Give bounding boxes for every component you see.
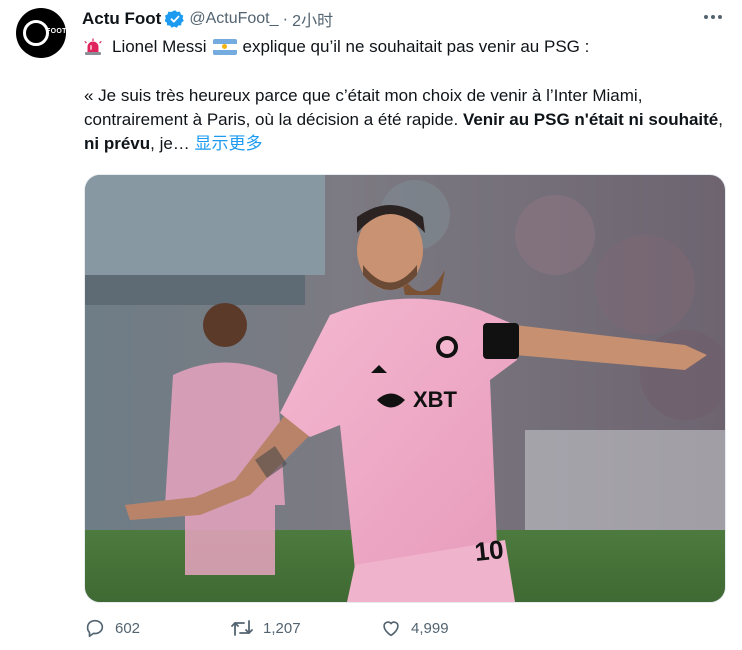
author-name[interactable]: Actu Foot (82, 9, 161, 29)
tweet-quote-text: « Je suis très heureux parce que c’était… (84, 84, 724, 156)
reply-icon (84, 617, 106, 639)
argentina-flag-icon (212, 39, 237, 55)
more-options-icon[interactable] (704, 10, 722, 24)
separator-dot: · (282, 9, 289, 28)
retweet-count: 1,207 (263, 619, 301, 637)
tweet-media-image[interactable]: XBT 10 (84, 174, 726, 603)
quote-segment-3: , je… (150, 134, 195, 153)
quote-segment-2: , (718, 110, 723, 129)
tweet-text-line1: Lionel Messi explique qu’il ne souhaitai… (84, 35, 724, 59)
tweet-timestamp[interactable]: 2小时 (292, 7, 333, 31)
quote-bold-1: Venir au PSG n'était ni souhaité (462, 110, 719, 129)
quote-bold-2: ni prévu (84, 134, 151, 153)
show-more-link[interactable]: 显示更多 (195, 134, 263, 153)
verified-badge-icon (164, 9, 185, 29)
tweet-intro-text: explique qu’il ne souhaitait pas venir a… (242, 37, 590, 56)
tweet-action-bar: 602 1,207 4,999 (84, 617, 644, 639)
avatar-logo-text: FOOT (46, 28, 67, 35)
siren-icon (84, 38, 102, 56)
jersey-number-text: 10 (473, 534, 505, 567)
retweet-button[interactable]: 1,207 (230, 617, 380, 639)
player-name-text: Lionel Messi (112, 37, 207, 56)
retweet-icon (230, 617, 254, 639)
reply-count: 602 (115, 619, 141, 637)
avatar[interactable]: FOOT (16, 8, 66, 58)
jersey-sponsor-text: XBT (413, 387, 458, 412)
tweet-header: Actu Foot @ActuFoot_ · 2小时 (82, 8, 333, 30)
reply-button[interactable]: 602 (84, 617, 230, 639)
like-button[interactable]: 4,999 (380, 617, 520, 639)
like-count: 4,999 (411, 619, 449, 637)
like-icon (380, 617, 402, 639)
author-handle[interactable]: @ActuFoot_ (189, 10, 278, 28)
